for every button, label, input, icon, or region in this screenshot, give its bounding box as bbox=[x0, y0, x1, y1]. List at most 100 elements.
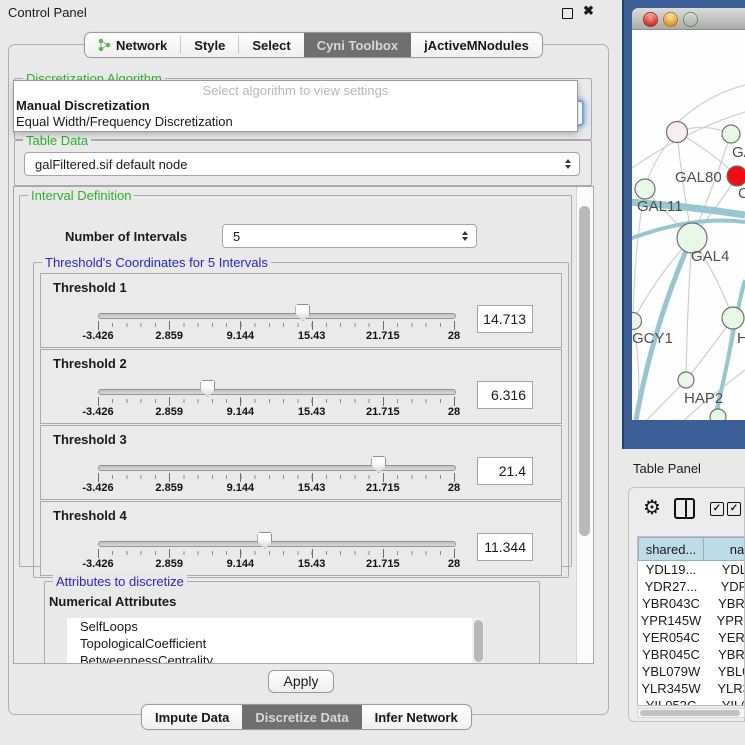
attribute-list-item[interactable]: SelfLoops bbox=[67, 618, 484, 635]
column-header-shared-name[interactable]: shared... bbox=[638, 537, 704, 561]
threshold-value-field[interactable]: 21.4 bbox=[477, 457, 533, 485]
threshold-value-field[interactable]: 6.316 bbox=[477, 381, 533, 409]
network-node-label: GA bbox=[732, 144, 745, 161]
table-cell: YDR27... bbox=[704, 578, 745, 595]
slider-tick-labels: -3.4262.8599.14415.4321.71528 bbox=[98, 426, 454, 501]
network-node-label: H bbox=[737, 330, 745, 347]
network-node[interactable] bbox=[635, 179, 655, 199]
horizontal-scrollbar[interactable] bbox=[637, 708, 745, 718]
threshold-value-field[interactable]: 14.713 bbox=[477, 305, 533, 333]
tick-label: 21.715 bbox=[366, 558, 400, 570]
attribute-list-item[interactable]: BetweennessCentrality bbox=[67, 652, 484, 664]
attribute-list-item[interactable]: TopologicalCoefficient bbox=[67, 635, 484, 652]
table-row[interactable]: YLR345WYLR345W bbox=[638, 680, 744, 697]
zoom-traffic-light-icon[interactable] bbox=[683, 12, 698, 27]
table-cell: YBR045C bbox=[704, 646, 745, 663]
tick-label: 28 bbox=[448, 558, 460, 570]
combo-value: galFiltered.sif default node bbox=[35, 157, 187, 172]
network-node[interactable] bbox=[722, 307, 744, 329]
threshold-slider[interactable]: -3.4262.8599.14415.4321.71528 bbox=[98, 502, 454, 577]
scrollbar-thumb[interactable] bbox=[579, 206, 590, 536]
vertical-scrollbar[interactable] bbox=[576, 187, 593, 663]
network-node[interactable] bbox=[632, 313, 642, 330]
tab-label: Infer Network bbox=[375, 710, 458, 725]
network-node[interactable] bbox=[722, 125, 740, 143]
threshold-value-field[interactable]: 11.344 bbox=[477, 533, 533, 561]
table-row[interactable]: YBL079WYBL079W bbox=[638, 663, 744, 680]
group-title: Table Data bbox=[23, 133, 91, 148]
table-cell: YDL19... bbox=[638, 561, 704, 578]
slider-tick-labels: -3.4262.8599.14415.4321.71528 bbox=[98, 502, 454, 577]
minimize-traffic-light-icon[interactable] bbox=[663, 12, 678, 27]
tick-label: 21.715 bbox=[366, 330, 400, 342]
column-header-name[interactable]: name bbox=[703, 537, 745, 561]
network-node[interactable] bbox=[667, 122, 688, 143]
tick-label: 21.715 bbox=[366, 406, 400, 418]
network-node-label: C bbox=[738, 185, 745, 202]
tab-jactivemnodules[interactable]: jActiveMNodules bbox=[411, 33, 542, 57]
group-title: Attributes to discretize bbox=[53, 574, 187, 589]
tick-label: -3.426 bbox=[82, 558, 113, 570]
numerical-attributes-list[interactable]: SelfLoopsTopologicalCoefficientBetweenne… bbox=[67, 618, 484, 664]
table-row[interactable]: YPR145WYPR145W bbox=[638, 612, 744, 629]
table-row[interactable]: YBR043CYBR043C bbox=[638, 595, 744, 612]
list-scrollbar[interactable] bbox=[472, 618, 484, 664]
threshold-slider[interactable]: -3.4262.8599.14415.4321.71528 bbox=[98, 350, 454, 425]
popup-option-manual-discretization[interactable]: Manual Discretization bbox=[14, 98, 577, 114]
table-row[interactable]: YDR27...YDR27... bbox=[638, 578, 744, 595]
tab-infer-network[interactable]: Infer Network bbox=[362, 705, 471, 729]
table-cell: YIL052C bbox=[704, 697, 745, 706]
combo-value: 5 bbox=[233, 229, 240, 244]
float-window-icon[interactable] bbox=[562, 8, 573, 19]
tab-cyni-toolbox[interactable]: Cyni Toolbox bbox=[304, 33, 411, 57]
table-cell: YDL19... bbox=[704, 561, 745, 578]
panel-title: Control Panel bbox=[8, 5, 87, 20]
tick-label: 2.859 bbox=[155, 558, 183, 570]
checkbox-icon[interactable]: ✓ bbox=[727, 502, 741, 516]
tab-impute-data[interactable]: Impute Data bbox=[142, 705, 242, 729]
table-panel: ⚙ ✓ ✓ shared... name YDL19...YDL19...YDR… bbox=[628, 487, 745, 722]
network-node[interactable] bbox=[710, 409, 726, 420]
threshold-panel: Threshold 2 -3.4262.8599.14415.4321.7152… bbox=[40, 349, 562, 424]
tick-label: 15.43 bbox=[298, 482, 326, 494]
table-cell: YBL079W bbox=[704, 663, 745, 680]
close-icon[interactable]: ✖ bbox=[583, 3, 594, 19]
threshold-slider[interactable]: -3.4262.8599.14415.4321.71528 bbox=[98, 426, 454, 501]
popup-option-equal-width-frequency[interactable]: Equal Width/Frequency Discretization bbox=[14, 114, 577, 130]
network-window-titlebar[interactable] bbox=[632, 8, 745, 30]
slider-tick-labels: -3.4262.8599.14415.4321.71528 bbox=[98, 274, 454, 349]
node-table-body: YDL19...YDL19...YDR27...YDR27...YBR043CY… bbox=[638, 561, 744, 706]
tab-style[interactable]: Style bbox=[181, 33, 238, 57]
threshold-panel: Threshold 4 -3.4262.8599.14415.4321.7152… bbox=[40, 501, 562, 576]
apply-button[interactable]: Apply bbox=[268, 670, 334, 693]
tab-label: Select bbox=[252, 38, 290, 53]
numerical-attributes-label: Numerical Attributes bbox=[49, 594, 176, 609]
table-row[interactable]: YBR045CYBR045C bbox=[638, 646, 744, 663]
interval-definition-group: Interval Definition Number of Intervals … bbox=[19, 195, 572, 567]
threshold-panel: Threshold 3 -3.4262.8599.14415.4321.7152… bbox=[40, 425, 562, 500]
tab-discretize-data[interactable]: Discretize Data bbox=[242, 705, 361, 729]
table-row[interactable]: YIL052CYIL052C bbox=[638, 697, 744, 706]
number-of-intervals-combo[interactable]: 5 bbox=[222, 224, 477, 248]
network-node[interactable] bbox=[727, 166, 745, 186]
network-node-label: GAL80 bbox=[675, 169, 722, 186]
table-row[interactable]: YDL19...YDL19... bbox=[638, 561, 744, 578]
table-row[interactable]: YER054CYER054C bbox=[638, 629, 744, 646]
network-node[interactable] bbox=[678, 372, 694, 388]
close-traffic-light-icon[interactable] bbox=[643, 12, 658, 27]
scrollbar-thumb[interactable] bbox=[640, 710, 740, 716]
threshold-slider[interactable]: -3.4262.8599.14415.4321.71528 bbox=[98, 274, 454, 349]
tab-label: Discretize Data bbox=[255, 710, 348, 725]
scrollbar-thumb[interactable] bbox=[474, 620, 483, 662]
network-canvas[interactable]: GAL80GACGAL11GAL4GCY1HHAP2 bbox=[632, 30, 745, 420]
table-cell: YER054C bbox=[638, 629, 704, 646]
checkbox-icon[interactable]: ✓ bbox=[710, 502, 724, 516]
split-columns-icon[interactable] bbox=[674, 498, 695, 519]
tab-network[interactable]: Network bbox=[85, 33, 180, 57]
table-data-combo[interactable]: galFiltered.sif default node bbox=[24, 152, 580, 176]
tab-select[interactable]: Select bbox=[239, 33, 303, 57]
network-window: GAL80GACGAL11GAL4GCY1HHAP2 bbox=[622, 0, 745, 449]
tick-label: 21.715 bbox=[366, 482, 400, 494]
gear-icon[interactable]: ⚙ bbox=[643, 495, 661, 520]
table-cell: YLR345W bbox=[704, 680, 745, 697]
